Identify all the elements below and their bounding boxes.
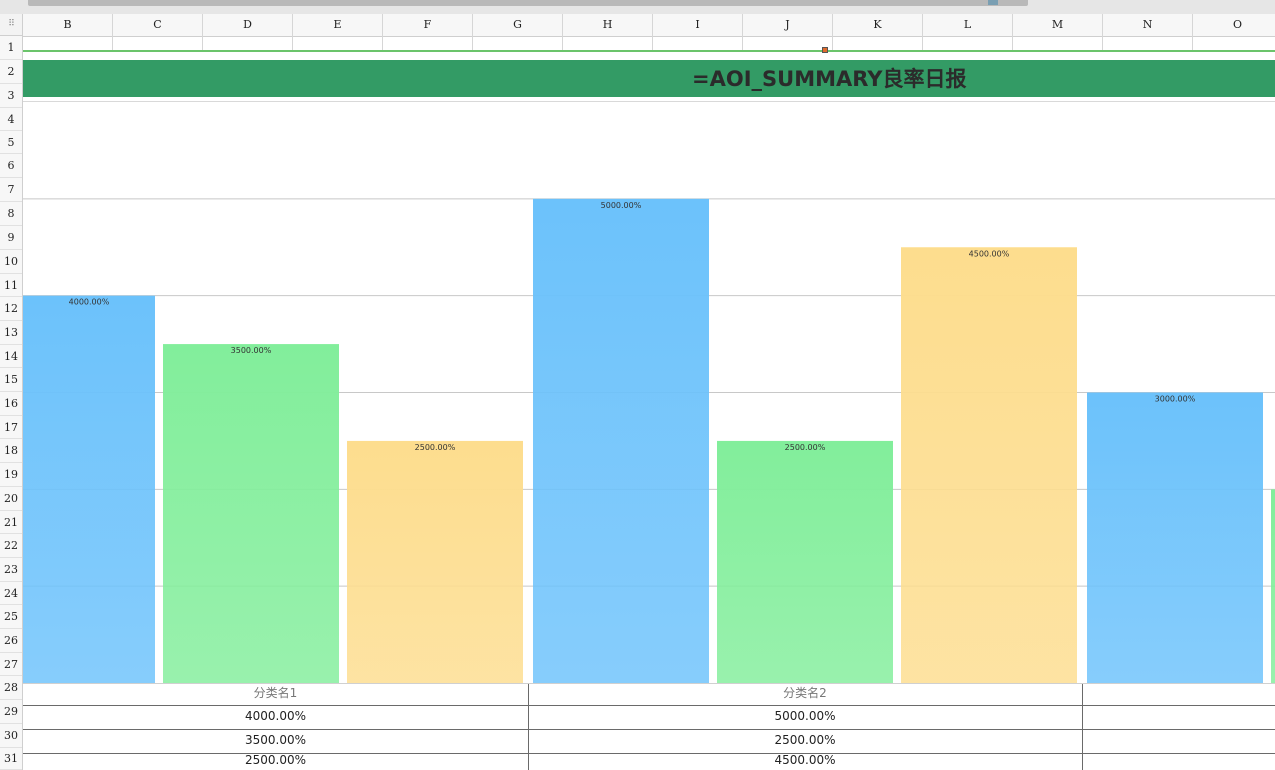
row-header-4[interactable]: 4 [0,108,22,131]
row-1-cells[interactable] [23,36,1275,52]
cell-border [1192,36,1193,50]
row-header-2[interactable]: 2 [0,60,22,84]
cell-border [742,36,743,50]
row-header-28[interactable]: 28 [0,676,22,700]
bar[interactable] [717,440,893,683]
bar-value-label: 5000.00% [601,201,642,210]
bar[interactable] [1271,489,1275,683]
row-header-24[interactable]: 24 [0,582,22,605]
cell-border [382,36,383,50]
cell-border [292,36,293,50]
grid-dots-icon: ⠿ [8,19,15,29]
row-header-1[interactable]: 1 [0,36,22,60]
cell-border [202,36,203,50]
column-header-L[interactable]: L [923,14,1013,36]
selection-handle[interactable] [822,47,828,53]
row-header-29[interactable]: 29 [0,700,22,724]
column-header-I[interactable]: I [653,14,743,36]
bar-value-label: 2500.00% [785,443,826,452]
top-scrollbar-area [0,0,1275,15]
column-header-bar: BCDEFGHIJKLMNO [23,14,1275,37]
row-header-27[interactable]: 27 [0,653,22,676]
table-cell[interactable]: 3500.00% [23,728,528,752]
column-header-O[interactable]: O [1193,14,1275,36]
row-header-22[interactable]: 22 [0,534,22,558]
row-header-5[interactable]: 5 [0,131,22,154]
row-header-18[interactable]: 18 [0,439,22,463]
column-header-B[interactable]: B [23,14,113,36]
row-header-6[interactable]: 6 [0,154,22,178]
table-cell[interactable] [1082,704,1275,728]
table-category-header[interactable]: 分类名2 [528,684,1082,704]
bar[interactable] [23,295,155,683]
row-header-20[interactable]: 20 [0,487,22,511]
chart-data-table[interactable]: 分类名1 分类名2 4000.00% 5000.00% 3500.00% 2500.00%… [23,684,1275,770]
column-header-M[interactable]: M [1013,14,1103,36]
row-header-11[interactable]: 11 [0,274,22,297]
bar[interactable] [163,344,339,683]
column-header-F[interactable]: F [383,14,473,36]
table-cell[interactable]: 4000.00% [23,704,528,728]
table-cell[interactable]: 2500.00% [528,728,1082,752]
row-header-14[interactable]: 14 [0,345,22,368]
column-header-N[interactable]: N [1103,14,1193,36]
row-header-8[interactable]: 8 [0,202,22,226]
bar-value-label: 3500.00% [231,346,272,355]
table-category-header[interactable]: 分类名1 [23,684,528,704]
table-category-header[interactable] [1082,684,1275,704]
row-header-30[interactable]: 30 [0,724,22,748]
row-header-7[interactable]: 7 [0,178,22,202]
horizontal-scrollbar[interactable] [28,0,1028,6]
table-cell[interactable]: 5000.00% [528,704,1082,728]
column-header-C[interactable]: C [113,14,203,36]
bar[interactable] [1087,392,1263,684]
row-header-9[interactable]: 9 [0,226,22,250]
cell-border [1102,36,1103,50]
column-header-E[interactable]: E [293,14,383,36]
row-header-12[interactable]: 12 [0,297,22,321]
cell-border [472,36,473,50]
bar-value-label: 2500.00% [415,443,456,452]
bar-value-label: 3000.00% [1155,395,1196,404]
row-header-15[interactable]: 15 [0,368,22,392]
row-header-10[interactable]: 10 [0,250,22,274]
column-header-G[interactable]: G [473,14,563,36]
cell-border [562,36,563,50]
table-cell[interactable]: 4500.00% [528,752,1082,769]
row-header-31[interactable]: 31 [0,748,22,770]
row-header-13[interactable]: 13 [0,321,22,345]
report-title[interactable]: =AOI_SUMMARY良率日报 [692,64,966,94]
row-header-bar: 1 2 3 4 5 6 7 8 9 10 11 12 13 14 15 16 17 18 19 20 21 22 23 24 2… [0,36,23,770]
bar-value-label: 4000.00% [69,298,110,307]
bar-chart[interactable]: 4000.00% 3500.00% 2500.00% 5000.00% 2500.00%… [23,102,1275,684]
title-band[interactable] [23,60,1275,97]
scrollbar-thumb-marker[interactable] [988,0,998,5]
bar[interactable] [901,247,1077,683]
row-header-16[interactable]: 16 [0,392,22,416]
row-header-19[interactable]: 19 [0,463,22,487]
cell-border [112,36,113,50]
table-cell[interactable]: 2500.00% [23,752,528,769]
bar[interactable] [533,198,709,683]
row-header-17[interactable]: 17 [0,416,22,439]
column-header-D[interactable]: D [203,14,293,36]
column-header-J[interactable]: J [743,14,833,36]
row-header-23[interactable]: 23 [0,558,22,582]
select-all-corner[interactable]: ⠿ [0,14,23,36]
cell-border [1012,36,1013,50]
row-header-3[interactable]: 3 [0,84,22,108]
row-header-25[interactable]: 25 [0,605,22,629]
bar-value-label: 4500.00% [969,249,1010,258]
table-cell[interactable] [1082,752,1275,769]
column-header-H[interactable]: H [563,14,653,36]
row-header-21[interactable]: 21 [0,511,22,534]
cell-border [922,36,923,50]
cell-border [652,36,653,50]
table-cell[interactable] [1082,728,1275,752]
bar[interactable] [347,440,523,683]
cell-border [832,36,833,50]
row-header-26[interactable]: 26 [0,629,22,653]
column-header-K[interactable]: K [833,14,923,36]
